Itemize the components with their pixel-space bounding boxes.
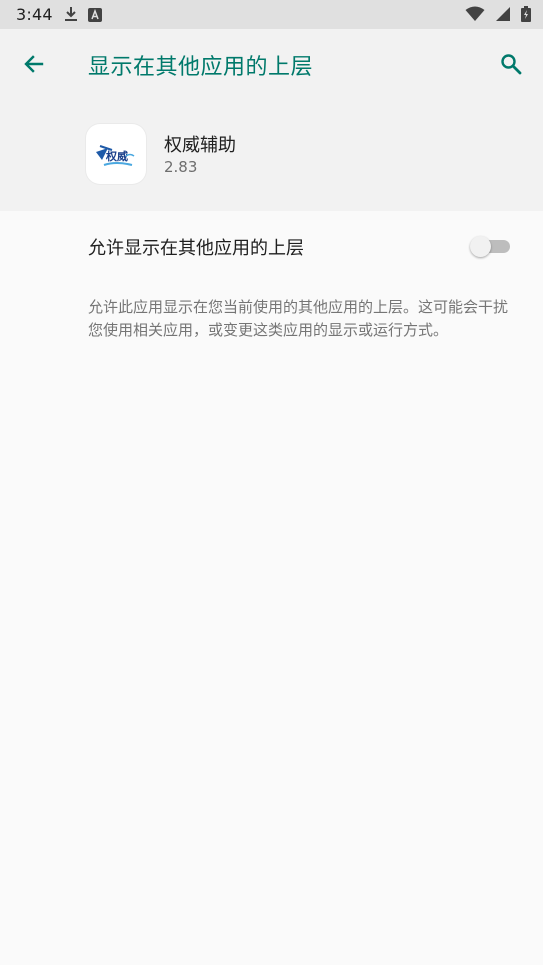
app-name: 权威辅助 <box>164 135 236 156</box>
status-time: 3:44 <box>16 5 53 24</box>
permission-toggle[interactable] <box>470 236 512 257</box>
status-bar: 3:44 <box>0 0 543 29</box>
app-version: 2.83 <box>164 158 198 176</box>
back-button[interactable] <box>12 42 56 86</box>
download-icon <box>64 6 78 26</box>
permission-description: 允许此应用显示在您当前使用的其他应用的上层。这可能会干扰您使用相关应用，或变更这… <box>88 298 509 339</box>
battery-icon <box>521 6 531 26</box>
wifi-icon <box>465 6 485 26</box>
a-notification-icon <box>88 7 102 26</box>
toggle-thumb <box>470 236 491 257</box>
app-header: 权威 权威辅助 2.83 <box>0 99 543 211</box>
status-left-icons <box>64 6 102 26</box>
search-icon <box>501 54 522 75</box>
app-icon: 权威 <box>86 124 146 184</box>
search-button[interactable] <box>489 42 533 86</box>
status-right-icons <box>465 6 531 26</box>
permission-setting-row[interactable]: 允许显示在其他应用的上层 <box>0 211 543 279</box>
page-title: 显示在其他应用的上层 <box>88 55 314 80</box>
arrow-left-icon <box>24 55 44 73</box>
signal-icon <box>495 6 511 26</box>
permission-setting-label: 允许显示在其他应用的上层 <box>88 238 304 259</box>
app-icon-text: 权威 <box>105 149 128 163</box>
app-bar: 显示在其他应用的上层 <box>0 29 543 99</box>
